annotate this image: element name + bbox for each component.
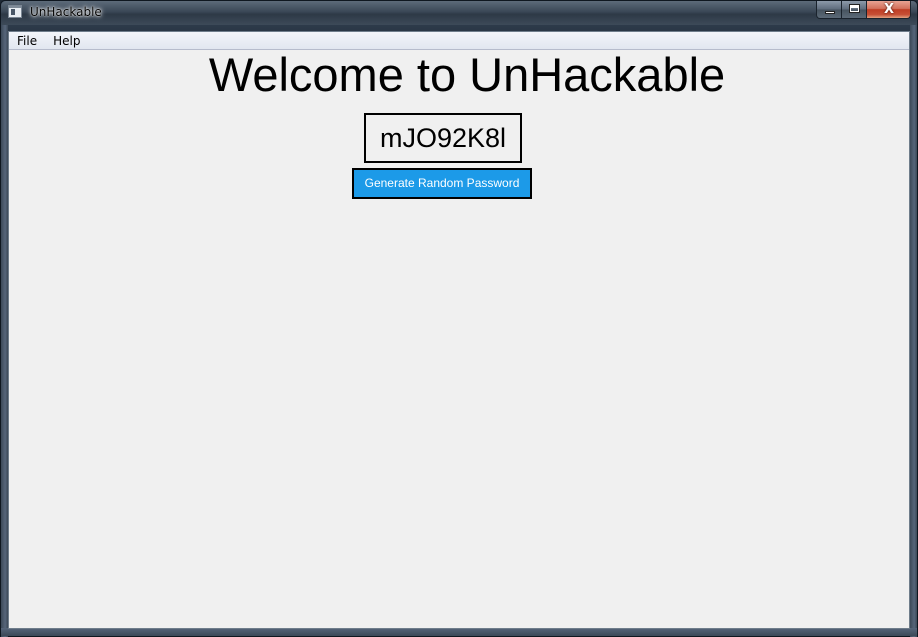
app-window-icon[interactable]	[8, 5, 22, 18]
window-controls: X	[816, 1, 911, 19]
window-bottom-border[interactable]	[1, 628, 917, 636]
minimize-button[interactable]	[816, 1, 842, 19]
menu-file[interactable]: File	[9, 33, 45, 49]
menu-help[interactable]: Help	[45, 33, 88, 49]
window-left-border[interactable]	[1, 25, 8, 637]
window-right-border[interactable]	[910, 25, 917, 637]
window-title: UnHackable	[30, 5, 102, 19]
welcome-heading: Welcome to UnHackable	[208, 48, 726, 101]
generate-password-button[interactable]: Generate Random Password	[352, 168, 532, 199]
title-bar[interactable]: UnHackable X	[1, 1, 917, 25]
close-icon: X	[883, 2, 895, 17]
app-window: UnHackable X File Help Welcome to UnHack…	[0, 0, 918, 637]
password-display[interactable]: mJO92K8l	[364, 113, 522, 163]
minimize-icon	[825, 11, 835, 14]
maximize-icon	[849, 4, 860, 13]
maximize-button[interactable]	[842, 1, 867, 19]
client-area: File Help Welcome to UnHackable mJO92K8l…	[8, 31, 910, 629]
close-button[interactable]: X	[867, 1, 911, 19]
